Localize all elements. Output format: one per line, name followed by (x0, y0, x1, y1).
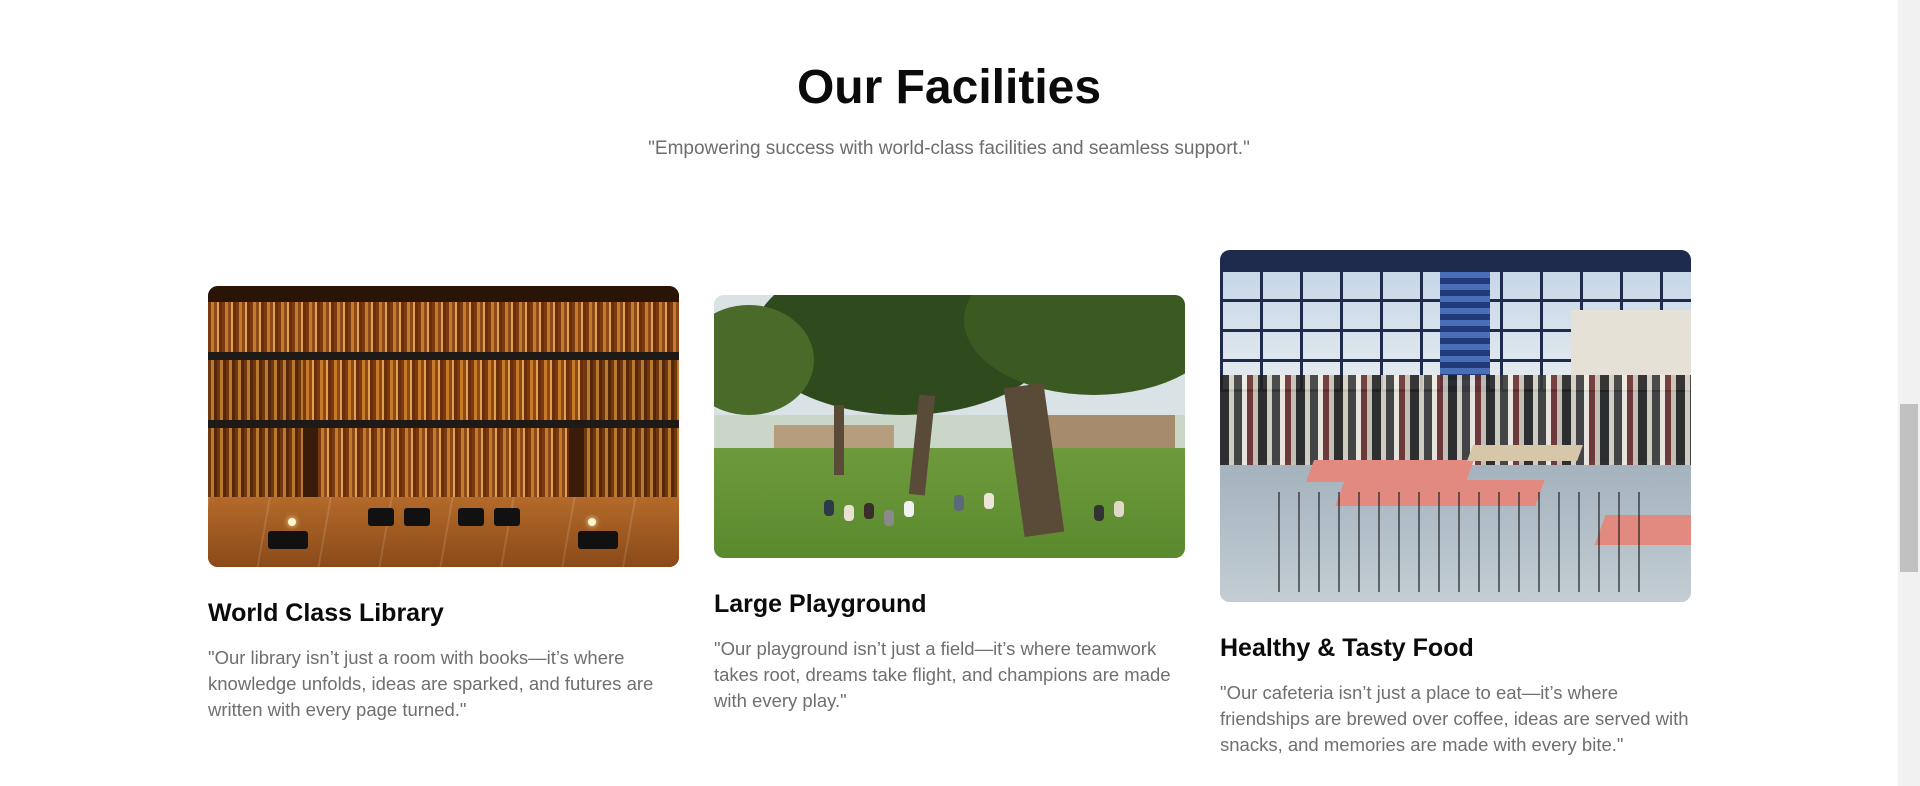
chairs (1260, 492, 1640, 592)
table (1467, 445, 1583, 461)
library-shelf-tier (318, 428, 569, 498)
chair (458, 508, 484, 526)
facility-card-cafeteria: Healthy & Tasty Food "Our cafeteria isn’… (1220, 250, 1691, 758)
chair (578, 531, 618, 549)
library-image (208, 286, 679, 567)
page: Our Facilities "Empowering success with … (0, 0, 1920, 786)
tower (1440, 272, 1490, 392)
person (864, 503, 874, 519)
library-shelf-tier (303, 360, 584, 420)
card-title: Large Playground (714, 590, 927, 618)
card-title: Healthy & Tasty Food (1220, 634, 1474, 662)
person (1114, 501, 1124, 517)
chair (368, 508, 394, 526)
person (884, 510, 894, 526)
card-text: "Our library isn’t just a room with book… (208, 647, 654, 720)
person (984, 493, 994, 509)
library-rail (208, 352, 679, 360)
cafeteria-image (1220, 250, 1691, 602)
chair (268, 531, 308, 549)
person (824, 500, 834, 516)
card-title: World Class Library (208, 599, 444, 627)
facility-card-playground: Large Playground "Our playground isn’t j… (714, 295, 1185, 714)
chair (404, 508, 430, 526)
crowd (1220, 375, 1691, 465)
scrollbar-thumb[interactable] (1900, 404, 1918, 572)
tree-trunk (834, 405, 844, 475)
lamp (288, 518, 296, 526)
vertical-scrollbar[interactable] (1898, 0, 1920, 786)
lamp (588, 518, 596, 526)
person (954, 495, 964, 511)
library-rail (208, 420, 679, 428)
section-subtitle: "Empowering success with world-class fac… (648, 138, 1250, 159)
table (1305, 460, 1475, 482)
roof (1220, 250, 1691, 272)
person (1094, 505, 1104, 521)
library-ceiling (208, 286, 679, 302)
library-shelf-tier (208, 302, 679, 352)
chair (494, 508, 520, 526)
facility-card-library: World Class Library "Our library isn’t j… (208, 286, 679, 723)
person (904, 501, 914, 517)
card-text: "Our playground isn’t just a field—it’s … (714, 638, 1171, 711)
facilities-section: Our Facilities "Empowering success with … (0, 0, 1898, 786)
person (844, 505, 854, 521)
section-title: Our Facilities (796, 61, 1102, 114)
card-text: "Our cafeteria isn’t just a place to eat… (1220, 682, 1689, 755)
playground-image (714, 295, 1185, 558)
